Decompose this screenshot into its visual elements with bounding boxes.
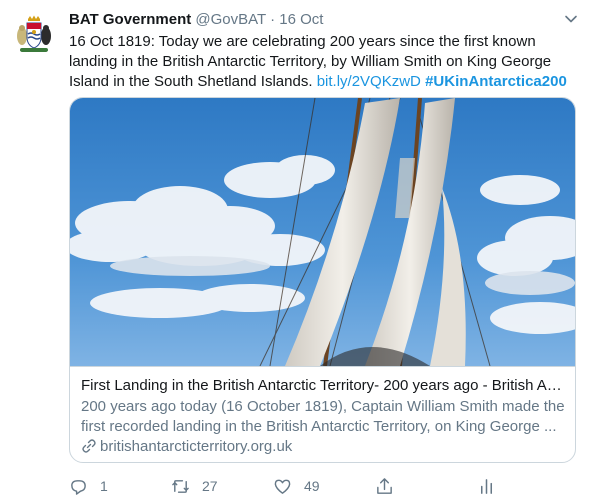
analytics-button[interactable]	[477, 475, 496, 497]
like-icon	[274, 479, 291, 494]
retweet-count: 27	[202, 478, 218, 494]
crest-logo	[12, 12, 56, 56]
tweet-date[interactable]: 16 Oct	[279, 11, 323, 28]
tweet-header: BAT Government @GovBAT · 16 Oct	[69, 10, 323, 30]
share-button[interactable]	[375, 475, 394, 497]
like-button[interactable]: 49	[273, 475, 320, 497]
retweet-icon	[172, 479, 189, 493]
card-domain-row: britishantarcticterritory.org.uk	[81, 437, 292, 457]
like-count: 49	[304, 478, 320, 494]
header-separator: ·	[270, 11, 276, 28]
card-image[interactable]	[70, 98, 576, 366]
author-handle[interactable]: @GovBAT	[195, 11, 266, 28]
tweet-link[interactable]: bit.ly/2VQKzwD	[317, 73, 421, 90]
card-body[interactable]: First Landing in the British Antarctic T…	[70, 366, 575, 462]
tweet-text: 16 Oct 1819: Today we are celebrating 20…	[69, 32, 569, 92]
card-domain: britishantarcticterritory.org.uk	[100, 438, 293, 455]
chevron-down-icon[interactable]	[562, 10, 580, 28]
analytics-icon	[480, 478, 493, 494]
link-card[interactable]: First Landing in the British Antarctic T…	[69, 97, 576, 463]
tweet[interactable]: BAT Government @GovBAT · 16 Oct 16 Oct 1…	[0, 0, 594, 500]
card-title[interactable]: First Landing in the British Antarctic T…	[81, 376, 566, 396]
card-description: 200 years ago today (16 October 1819), C…	[81, 398, 565, 435]
reply-button[interactable]: 1	[69, 475, 108, 497]
reply-count: 1	[100, 478, 108, 494]
share-icon	[377, 477, 392, 494]
tweet-hashtag[interactable]: #UKinAntarctica200	[425, 73, 567, 90]
author-name[interactable]: BAT Government	[69, 11, 191, 28]
avatar[interactable]	[12, 12, 56, 56]
reply-icon	[71, 479, 86, 495]
tweet-actions: 1 27 49	[69, 475, 509, 497]
link-icon	[82, 439, 96, 453]
retweet-button[interactable]: 27	[171, 475, 218, 497]
